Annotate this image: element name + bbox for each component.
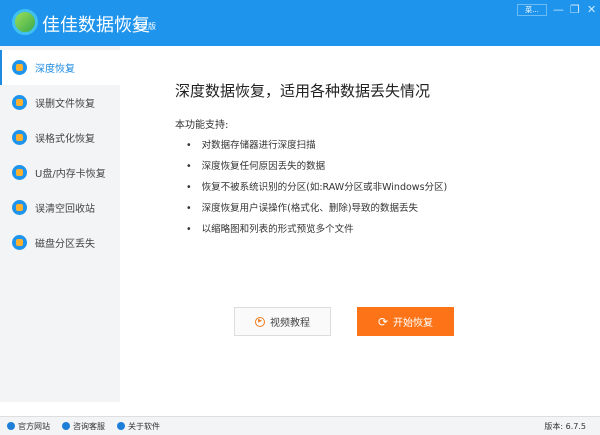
sidebar-item-label: U盘/内存卡恢复: [35, 169, 106, 180]
refresh-icon: [12, 60, 27, 75]
features-label: 本功能支持:: [175, 120, 229, 131]
app-logo-icon: [12, 9, 38, 35]
info-icon: [117, 422, 125, 430]
usb-icon: [12, 165, 27, 180]
sidebar: 深度恢复 误删文件恢复 误格式化恢复 U盘/内存卡恢复 误清空回收站 磁盘分区丢…: [0, 46, 120, 402]
sidebar-item-recycle-bin[interactable]: 误清空回收站: [0, 190, 120, 225]
feature-item: 深度恢复用户误操作(格式化、删除)导致的数据丢失: [186, 198, 447, 219]
edition-label: 专业版: [132, 22, 156, 31]
minimize-button[interactable]: —: [553, 3, 564, 16]
sidebar-item-label: 误清空回收站: [35, 204, 95, 215]
home-icon: [7, 422, 15, 430]
title-bar: 佳佳数据恢复 专业版 菜... — ❐ ✕: [0, 0, 600, 46]
footer: 官方网站 咨询客服 关于软件 版本: 6.7.5: [0, 416, 600, 435]
close-button[interactable]: ✕: [587, 3, 596, 16]
menu-button[interactable]: 菜...: [517, 4, 547, 16]
feature-item: 恢复不被系统识别的分区(如:RAW分区或非Windows分区): [186, 177, 448, 198]
button-label: 视频教程: [270, 318, 310, 329]
start-recovery-button[interactable]: ⟳ 开始恢复: [357, 307, 454, 336]
button-label: 开始恢复: [393, 318, 434, 329]
maximize-button[interactable]: ❐: [570, 3, 580, 16]
sidebar-item-format-recovery[interactable]: 误格式化恢复: [0, 120, 120, 155]
sidebar-item-deleted-files[interactable]: 误删文件恢复: [0, 85, 120, 120]
chat-icon: [62, 422, 70, 430]
link-label: 咨询客服: [73, 421, 105, 431]
link-label: 关于软件: [128, 421, 160, 431]
refresh-icon: ⟳: [377, 314, 389, 329]
video-tutorial-button[interactable]: ▶ 视频教程: [234, 307, 331, 336]
support-link[interactable]: 咨询客服: [62, 421, 105, 432]
feature-item: 深度恢复任何原因丢失的数据: [186, 156, 447, 177]
disk-icon: [12, 130, 27, 145]
sidebar-item-deep-recovery[interactable]: 深度恢复: [0, 50, 120, 85]
folder-icon: [12, 95, 27, 110]
version-label: 版本: 6.7.5: [544, 422, 586, 431]
page-title: 深度数据恢复，适用各种数据丢失情况: [175, 82, 431, 100]
sidebar-item-label: 深度恢复: [35, 64, 75, 75]
link-label: 官方网站: [18, 421, 50, 431]
official-site-link[interactable]: 官方网站: [7, 421, 50, 432]
partition-icon: [12, 235, 27, 250]
feature-list: 对数据存储器进行深度扫描 深度恢复任何原因丢失的数据 恢复不被系统识别的分区(如…: [186, 135, 448, 240]
play-icon: ▶: [255, 316, 265, 327]
sidebar-item-partition-lost[interactable]: 磁盘分区丢失: [0, 225, 120, 260]
recycle-bin-icon: [12, 200, 27, 215]
sidebar-item-label: 误删文件恢复: [35, 99, 95, 110]
sidebar-item-usb-card[interactable]: U盘/内存卡恢复: [0, 155, 120, 190]
sidebar-item-label: 误格式化恢复: [35, 134, 95, 145]
sidebar-item-label: 磁盘分区丢失: [35, 239, 95, 250]
feature-item: 对数据存储器进行深度扫描: [186, 135, 447, 156]
about-link[interactable]: 关于软件: [117, 421, 160, 432]
feature-item: 以缩略图和列表的形式预览多个文件: [186, 219, 447, 240]
